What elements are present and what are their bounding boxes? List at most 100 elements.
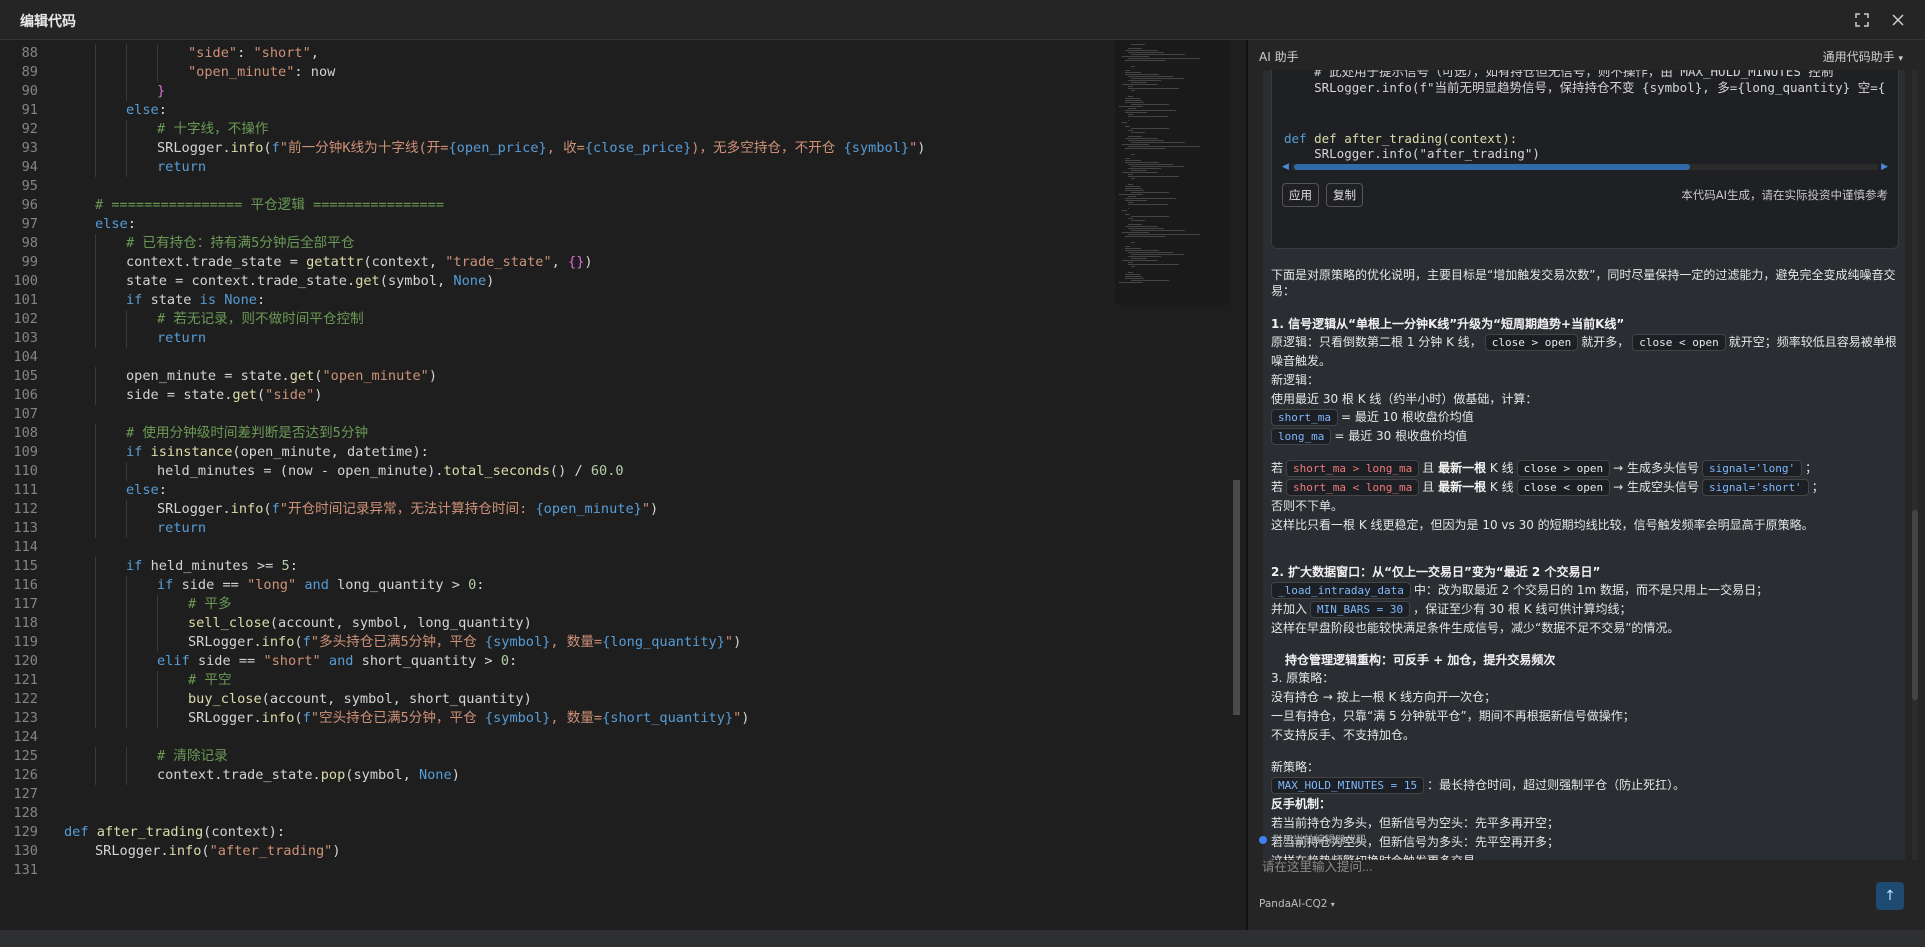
code-line[interactable]: 103 return	[0, 329, 1110, 348]
code-line[interactable]: 118 sell_close(account, symbol, long_quan…	[0, 614, 1110, 633]
code-line[interactable]: 113 return	[0, 519, 1110, 538]
chat-scrollbar[interactable]	[1912, 70, 1918, 860]
code-line[interactable]: 124	[0, 728, 1110, 747]
code-line[interactable]: 129 def after_trading(context):	[0, 823, 1110, 842]
code-line[interactable]: 91 else:	[0, 101, 1110, 120]
minimap[interactable]	[1115, 40, 1230, 305]
minimap-row	[1128, 76, 1173, 77]
code-editor[interactable]: 88 "side": "short", 89 "open_minute": now 90…	[0, 40, 1240, 930]
section-1-orig: 原逻辑：只看倒数第二根 1 分钟 K 线， close > open 就开多， clo…	[1271, 334, 1897, 351]
indent-guide	[126, 595, 127, 614]
code-line[interactable]: 115 if held_minutes >= 5:	[0, 557, 1110, 576]
code-line[interactable]: 107	[0, 405, 1110, 424]
minimap-row	[1125, 162, 1160, 163]
snippet-hscrollbar[interactable]: ◀ ▶	[1282, 162, 1888, 172]
snippet-hscroll-thumb[interactable]	[1294, 164, 1690, 170]
code-chip: signal='long'	[1701, 460, 1803, 477]
code-line[interactable]: 116 if side == "long" and long_quantity >…	[0, 576, 1110, 595]
minimap-row	[1125, 188, 1143, 189]
code-line[interactable]: 121 # 平空	[0, 671, 1110, 690]
code-line[interactable]: 108 # 使用分钟级时间差判断是否达到5分钟	[0, 424, 1110, 443]
code-text: else:	[126, 102, 167, 118]
radio-checked-icon	[1259, 836, 1267, 844]
code-line[interactable]: 131	[0, 861, 1110, 880]
indent-guide	[95, 709, 96, 728]
chat-scrollbar-thumb[interactable]	[1912, 510, 1918, 700]
code-line[interactable]: 89 "open_minute": now	[0, 63, 1110, 82]
code-line[interactable]: 93 SRLogger.info(f"前一分钟K线为十字线(开={open_pri…	[0, 139, 1110, 158]
indent-guide	[157, 633, 158, 652]
code-line[interactable]: 92 # 十字线，不操作	[0, 120, 1110, 139]
apply-button[interactable]: 应用	[1282, 183, 1319, 207]
minimap-row	[1125, 160, 1142, 161]
model-select[interactable]: PandaAI-CQ2 ▾	[1259, 898, 1335, 910]
line-number: 127	[13, 786, 38, 802]
chat-messages[interactable]: # 此处用于提示信号（可选），如有持仓但无信号，则不操作，由 MAX_HOLD_…	[1263, 70, 1905, 860]
code-line[interactable]: 112 SRLogger.info(f"开仓时间记录异常，无法计算持仓时间: {o…	[0, 500, 1110, 519]
indent-guide	[126, 614, 127, 633]
code-line[interactable]: 95	[0, 177, 1110, 196]
question-input[interactable]	[1256, 850, 1908, 884]
code-line[interactable]: 105 open_minute = state.get("open_minute"…	[0, 367, 1110, 386]
fullscreen-icon[interactable]	[1852, 10, 1872, 30]
code-line[interactable]: 126 context.trade_state.pop(symbol, None)	[0, 766, 1110, 785]
code-area[interactable]: 88 "side": "short", 89 "open_minute": now 90…	[0, 40, 1115, 930]
indent-guide	[95, 101, 96, 120]
code-line[interactable]: 127	[0, 785, 1110, 804]
line-number: 98	[21, 235, 38, 251]
minimap-row	[1125, 226, 1159, 227]
code-line[interactable]: 114	[0, 538, 1110, 557]
code-line[interactable]: 101 if state is None:	[0, 291, 1110, 310]
code-line[interactable]: 100 state = context.trade_state.get(symbo…	[0, 272, 1110, 291]
close-icon[interactable]	[1888, 10, 1908, 30]
minimap-row	[1125, 186, 1141, 187]
minimap-row	[1125, 158, 1130, 159]
code-line[interactable]: 96 # ================ 平仓逻辑 ==============…	[0, 196, 1110, 215]
code-line[interactable]: 102 # 若无记录，则不做时间平仓控制	[0, 310, 1110, 329]
code-text: else:	[95, 216, 136, 232]
code-line[interactable]: 109 if isinstance(open_minute, datetime):	[0, 443, 1110, 462]
assistant-mode-select[interactable]: 通用代码助手 ▾	[1823, 48, 1903, 65]
minimap-row	[1131, 280, 1169, 281]
code-line[interactable]: 123 SRLogger.info(f"空头持仓已满5分钟，平仓 {symbol}…	[0, 709, 1110, 728]
code-line[interactable]: 130 SRLogger.info("after_trading")	[0, 842, 1110, 861]
code-line[interactable]: 97 else:	[0, 215, 1110, 234]
send-button[interactable]: ↑	[1876, 882, 1904, 910]
scroll-left-icon[interactable]: ◀	[1282, 162, 1289, 172]
indent-guide	[126, 329, 127, 348]
code-line[interactable]: 94 return	[0, 158, 1110, 177]
code-text: SRLogger.info(f"开仓时间记录异常，无法计算持仓时间: {open…	[157, 501, 659, 517]
section-3-reverse-1: 若当前持仓为多头，但新信号为空头：先平多再开空；	[1271, 816, 1560, 830]
line-number: 104	[13, 349, 38, 365]
code-line[interactable]: 122 buy_close(account, symbol, short_quan…	[0, 690, 1110, 709]
indent-guide	[126, 158, 127, 177]
code-line[interactable]: 104	[0, 348, 1110, 367]
minimap-row	[1131, 192, 1169, 193]
indent-guide	[95, 462, 96, 481]
reference-editor-toggle[interactable]: 引用当前编辑器代码	[1259, 832, 1367, 847]
line-number: 115	[13, 558, 38, 574]
copy-button[interactable]: 复制	[1326, 183, 1363, 207]
code-line[interactable]: 117 # 平多	[0, 595, 1110, 614]
editor-scrollbar[interactable]	[1232, 40, 1240, 930]
line-number: 102	[13, 311, 38, 327]
code-line[interactable]: 110 held_minutes = (now - open_minute).to…	[0, 462, 1110, 481]
code-line[interactable]: 99 context.trade_state = getattr(context,…	[0, 253, 1110, 272]
code-line[interactable]: 111 else:	[0, 481, 1110, 500]
code-text: def after_trading(context):	[64, 824, 286, 840]
code-line[interactable]: 128	[0, 804, 1110, 823]
code-line[interactable]: 88 "side": "short",	[0, 44, 1110, 63]
code-line[interactable]: 98 # 已有持仓：持有满5分钟后全部平仓	[0, 234, 1110, 253]
line-number: 110	[13, 463, 38, 479]
editor-scrollbar-thumb[interactable]	[1233, 480, 1240, 715]
code-line[interactable]: 119 SRLogger.info(f"多头持仓已满5分钟，平仓 {symbol}…	[0, 633, 1110, 652]
code-line[interactable]: 106 side = state.get("side")	[0, 386, 1110, 405]
indent-guide	[95, 500, 96, 519]
minimap-row	[1128, 252, 1173, 253]
minimap-row	[1131, 154, 1135, 155]
code-line[interactable]: 90}	[0, 82, 1110, 101]
code-line[interactable]: 120 elif side == "short" and short_quanti…	[0, 652, 1110, 671]
snippet-line	[1284, 96, 1884, 113]
scroll-right-icon[interactable]: ▶	[1881, 162, 1888, 172]
code-line[interactable]: 125 # 清除记录	[0, 747, 1110, 766]
